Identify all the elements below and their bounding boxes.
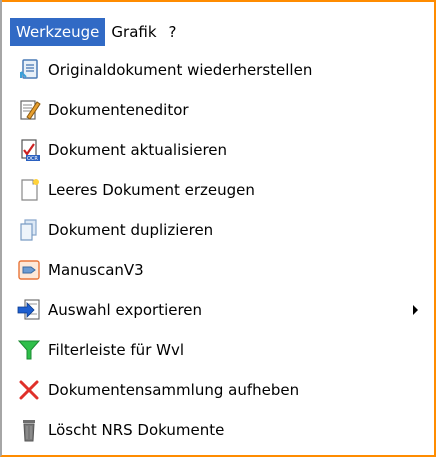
menu-item-label: Dokument aktualisieren [48,141,228,159]
trash-icon [23,420,35,442]
menubar: Werkzeuge Grafik ? [10,18,183,46]
menu-item-label: Leeres Dokument erzeugen [48,181,255,199]
application-window: Werkzeuge Grafik ? Originaldokument wied… [0,0,436,457]
new-document-icon [21,179,39,201]
menu-item-label: Originaldokument wiederherstellen [48,61,313,79]
document-editor-icon [20,100,41,120]
export-icon [17,299,40,320]
remove-icon [19,380,39,400]
menu-item-label: Auswahl exportieren [48,301,203,319]
menu-item-originaldokument-wiederherstellen[interactable]: Originaldokument wiederherstellen [12,50,436,90]
menu-werkzeuge[interactable]: Werkzeuge [10,18,106,46]
menu-item-label: Dokumenteneditor [48,101,189,119]
document-update-icon: OCR [21,139,40,162]
menu-grafik[interactable]: Grafik [105,18,162,46]
manuscan-icon [18,260,40,280]
menu-item-auswahl-exportieren[interactable]: Auswahl exportieren [12,290,436,330]
menu-item-dokumentensammlung-aufheben[interactable]: Dokumentensammlung aufheben [12,370,436,410]
svg-text:OCR: OCR [27,156,38,162]
window-top-border [2,0,436,2]
menu-item-dokument-duplizieren[interactable]: Dokument duplizieren [12,210,436,250]
menu-item-dokumenteneditor[interactable]: Dokumenteneditor [12,90,436,130]
menu-item-label: Filterleiste für Wvl [48,341,185,359]
dropdown-menu: Originaldokument wiederherstellen Dokume… [12,50,436,450]
menu-item-label: Löscht NRS Dokumente [48,421,225,439]
menu-item-label: ManuscanV3 [48,261,144,279]
menu-item-filterleiste-fuer-wvl[interactable]: Filterleiste für Wvl [12,330,436,370]
menu-item-leeres-dokument-erzeugen[interactable]: Leeres Dokument erzeugen [12,170,436,210]
document-restore-icon [20,59,38,79]
menu-item-dokument-aktualisieren[interactable]: OCR Dokument aktualisieren [12,130,436,170]
menu-item-loescht-nrs-dokumente[interactable]: Löscht NRS Dokumente [12,410,436,450]
filter-icon [17,340,41,360]
menu-item-manuscanv3[interactable]: ManuscanV3 [12,250,436,290]
menu-item-label: Dokument duplizieren [48,221,214,239]
menu-help[interactable]: ? [163,18,183,46]
submenu-arrow-icon [413,305,418,315]
duplicate-document-icon [20,219,37,241]
menu-item-label: Dokumentensammlung aufheben [48,381,300,399]
